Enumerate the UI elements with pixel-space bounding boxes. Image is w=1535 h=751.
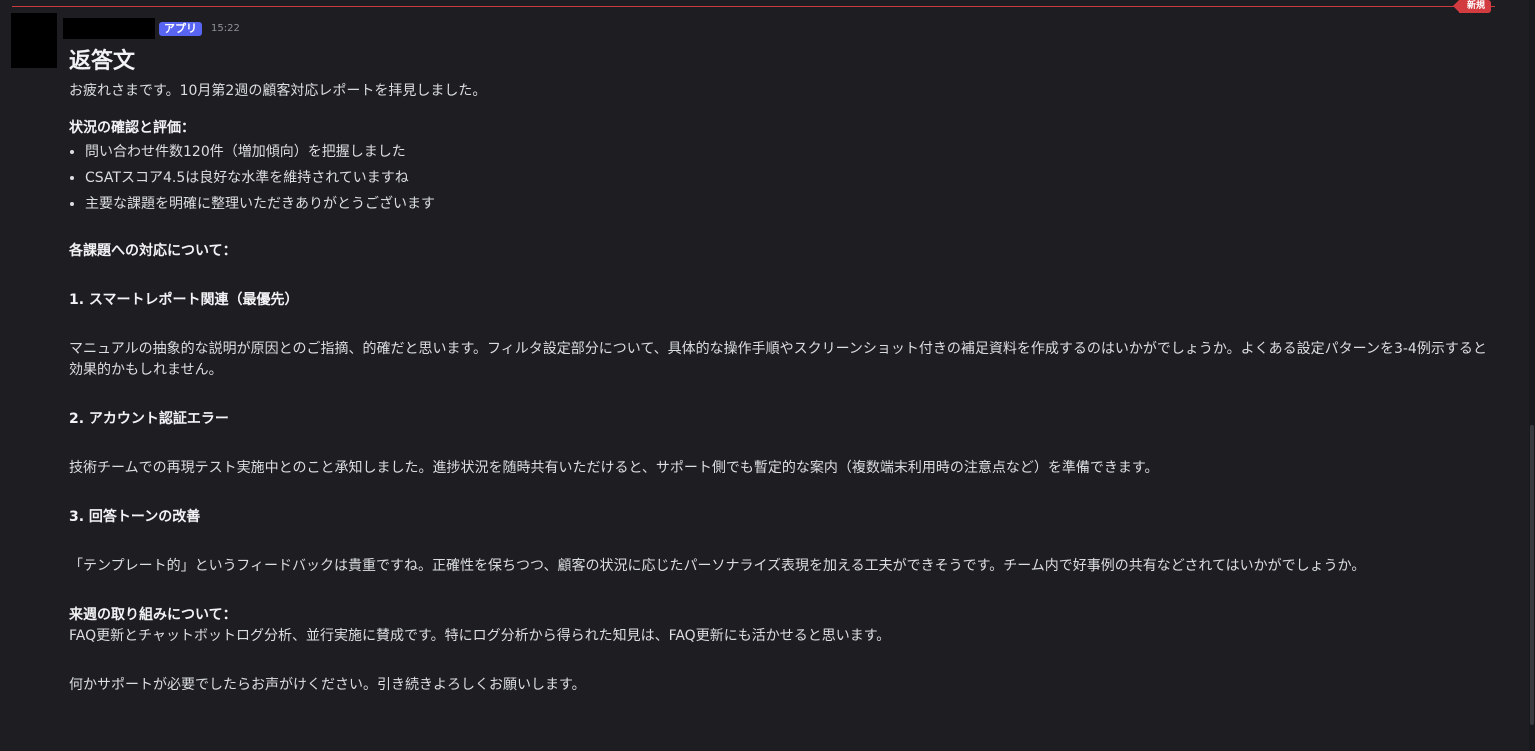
list-item: 問い合わせ件数120件（増加傾向）を把握しました [85, 139, 1499, 165]
message-timestamp[interactable]: 15:22 [211, 23, 240, 34]
list-item: CSATスコア4.5は良好な水準を維持されていますね [85, 165, 1499, 191]
list-item: 主要な課題を明確に整理いただきありがとうございます [85, 191, 1499, 217]
scrollbar-thumb[interactable] [1530, 425, 1534, 725]
status-heading: 状況の確認と評価： [69, 120, 195, 136]
issue2-body: 技術チームでの再現テスト実施中とのこと承知しました。進捗状況を随時共有いただける… [69, 460, 1159, 476]
message-header: アプリ 15:22 [63, 18, 240, 39]
avatar[interactable] [11, 13, 57, 68]
closing-text: 何かサポートが必要でしたらお声がけください。引き続きよろしくお願いします。 [69, 677, 586, 693]
greeting-text: お疲れさまです。10月第2週の顧客対応レポートを拝見しました。 [69, 83, 487, 99]
next-week-body: FAQ更新とチャットボットログ分析、並行実施に賛成です。特にログ分析から得られた… [69, 628, 891, 644]
scrollbar-track[interactable] [1529, 0, 1535, 751]
message-content: 返答文 お疲れさまです。10月第2週の顧客対応レポートを拝見しました。 状況の確… [69, 44, 1499, 696]
issue2-heading: 2. アカウント認証エラー [69, 411, 229, 427]
issues-heading: 各課題への対応について： [69, 243, 237, 259]
next-week-heading: 来週の取り組みについて： [69, 607, 237, 623]
issue1-body: マニュアルの抽象的な説明が原因とのご指摘、的確だと思います。フィルタ設定部分につ… [69, 341, 1487, 378]
status-list: 問い合わせ件数120件（増加傾向）を把握しました CSATスコア4.5は良好な水… [69, 139, 1499, 217]
issue1-heading: 1. スマートレポート関連（最優先） [69, 292, 299, 308]
app-badge: アプリ [159, 21, 202, 36]
chat-view: 新規 アプリ 15:22 返答文 お疲れさまです。10月第2週の顧客対応レポート… [0, 0, 1535, 751]
new-messages-divider [12, 6, 1495, 7]
new-messages-badge: 新規 [1452, 0, 1491, 13]
issue3-heading: 3. 回答トーンの改善 [69, 509, 201, 525]
issue3-body: 「テンプレート的」というフィードバックは貴重ですね。正確性を保ちつつ、顧客の状況… [69, 558, 1366, 574]
message-title: 返答文 [69, 49, 136, 74]
username-redacted[interactable] [63, 18, 155, 39]
